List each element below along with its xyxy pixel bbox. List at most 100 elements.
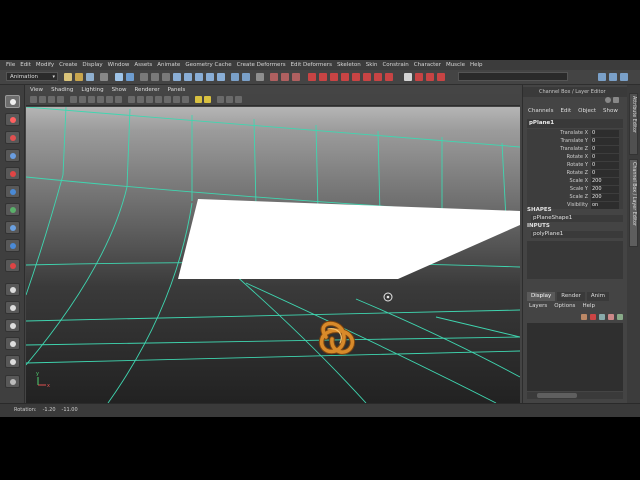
channel-menu-edit[interactable]: Edit (560, 108, 571, 116)
menu-set-dropdown[interactable]: Animation ▾ (6, 72, 58, 81)
attribute-row[interactable]: Rotate Z0 (527, 169, 623, 177)
layer-menu-options[interactable]: Options (554, 303, 575, 311)
menu-edit-deformers[interactable]: Edit Deformers (291, 62, 332, 68)
attribute-value-field[interactable]: 0 (591, 145, 619, 153)
render-icon[interactable] (415, 73, 423, 81)
snap-curve-icon[interactable] (184, 73, 192, 81)
mask-icon[interactable] (140, 73, 148, 81)
outliner-layout[interactable] (5, 375, 20, 388)
render-icon[interactable] (426, 73, 434, 81)
render-icon[interactable] (363, 73, 371, 81)
layer-menu-help[interactable]: Help (582, 303, 595, 311)
menu-modify[interactable]: Modify (36, 62, 54, 68)
mask-icon[interactable] (162, 73, 170, 81)
select-tool[interactable] (5, 95, 20, 108)
select-hierarchy-icon[interactable] (100, 73, 108, 81)
tab-channel-box[interactable]: Channel Box / Layer Editor (629, 159, 638, 247)
torus-knot[interactable] (319, 320, 355, 355)
light-icon[interactable] (195, 96, 202, 103)
bookmark-icon[interactable] (48, 96, 55, 103)
menu-skin[interactable]: Skin (366, 62, 378, 68)
selected-plane[interactable] (178, 199, 520, 279)
mask-icon[interactable] (151, 73, 159, 81)
attribute-value-field[interactable]: 200 (591, 185, 619, 193)
save-scene-icon[interactable] (86, 73, 94, 81)
persp-graph-layout[interactable] (5, 337, 20, 350)
channel-box-options-icon[interactable] (605, 97, 611, 103)
wireframe-on-shaded-icon[interactable] (146, 96, 153, 103)
light-icon[interactable] (204, 96, 211, 103)
isolate-select-icon[interactable] (217, 96, 224, 103)
perspective-viewport[interactable]: x y (26, 107, 520, 403)
render-icon[interactable] (330, 73, 338, 81)
shape-node[interactable]: pPlaneShape1 (531, 215, 623, 222)
textured-icon[interactable] (155, 96, 162, 103)
hypershade-layout[interactable] (5, 355, 20, 368)
field-chart-icon[interactable] (106, 96, 113, 103)
menu-animate[interactable]: Animate (157, 62, 180, 68)
render-settings-icon[interactable] (292, 73, 300, 81)
viewport-menu-view[interactable]: View (30, 87, 43, 93)
input-node[interactable]: polyPlane1 (531, 231, 623, 238)
ipr-render-icon[interactable] (281, 73, 289, 81)
layer-icon[interactable] (581, 314, 587, 320)
render-icon[interactable] (308, 73, 316, 81)
new-layer-selected-icon[interactable] (599, 314, 605, 320)
resolution-gate-icon[interactable] (88, 96, 95, 103)
gate-mask-icon[interactable] (97, 96, 104, 103)
render-icon[interactable] (352, 73, 360, 81)
last-tool[interactable] (5, 259, 20, 272)
move-tool[interactable] (5, 149, 20, 162)
layer-scrollbar[interactable] (527, 392, 623, 399)
new-scene-icon[interactable] (64, 73, 72, 81)
history-icon[interactable] (231, 73, 239, 81)
viewport-menu-renderer[interactable]: Renderer (134, 87, 159, 93)
select-by-object-icon[interactable] (115, 73, 123, 81)
viewport-menu-lighting[interactable]: Lighting (81, 87, 103, 93)
menu-skeleton[interactable]: Skeleton (337, 62, 361, 68)
channel-menu-show[interactable]: Show (603, 108, 618, 116)
xray-joints-icon[interactable] (226, 96, 233, 103)
shadows-icon[interactable] (173, 96, 180, 103)
channel-menu-channels[interactable]: Channels (528, 108, 553, 116)
move-layer-up-icon[interactable] (608, 314, 614, 320)
image-plane-icon[interactable] (57, 96, 64, 103)
select-camera-icon[interactable] (30, 96, 37, 103)
menu-assets[interactable]: Assets (134, 62, 152, 68)
rotate-tool[interactable] (5, 167, 20, 180)
tab-attribute-editor[interactable]: Attribute Editor (629, 93, 638, 155)
layer-tab-render[interactable]: Render (557, 292, 585, 301)
viewport-menu-panels[interactable]: Panels (168, 87, 186, 93)
attribute-row[interactable]: Scale Z 200 (527, 193, 623, 201)
attribute-value-field[interactable]: 0 (591, 129, 619, 137)
camera-attributes-icon[interactable] (39, 96, 46, 103)
attribute-row[interactable]: Scale Y 200 (527, 185, 623, 193)
render-icon[interactable] (374, 73, 382, 81)
attribute-row[interactable]: Scale X 200 (527, 177, 623, 185)
object-name[interactable]: pPlane1 (527, 119, 623, 128)
viewport-menu-show[interactable]: Show (112, 87, 127, 93)
render-icon[interactable] (341, 73, 349, 81)
attribute-row[interactable]: Rotate X0 (527, 153, 623, 161)
use-all-lights-icon[interactable] (164, 96, 171, 103)
hud-icon[interactable] (235, 96, 242, 103)
show-manipulator-tool[interactable] (5, 239, 20, 252)
menu-display[interactable]: Display (82, 62, 102, 68)
attribute-value-field[interactable]: 200 (591, 177, 619, 185)
attribute-value-field[interactable]: 0 (591, 137, 619, 145)
menu-constrain[interactable]: Constrain (382, 62, 408, 68)
attribute-value-field[interactable]: 0 (591, 161, 619, 169)
snap-grid-icon[interactable] (173, 73, 181, 81)
layer-menu-layers[interactable]: Layers (529, 303, 547, 311)
x-ray-icon[interactable] (182, 96, 189, 103)
new-layer-icon[interactable] (590, 314, 596, 320)
tool-settings-toggle-icon[interactable] (609, 73, 617, 81)
attribute-row[interactable]: Translate Z0 (527, 145, 623, 153)
attribute-value-field[interactable]: 200 (591, 193, 619, 201)
grid-icon[interactable] (70, 96, 77, 103)
soft-modification-tool[interactable] (5, 221, 20, 234)
channel-box-options-icon[interactable] (613, 97, 619, 103)
make-live-icon[interactable] (217, 73, 225, 81)
attribute-value-field[interactable]: 0 (591, 169, 619, 177)
channel-box-toggle-icon[interactable] (620, 73, 628, 81)
